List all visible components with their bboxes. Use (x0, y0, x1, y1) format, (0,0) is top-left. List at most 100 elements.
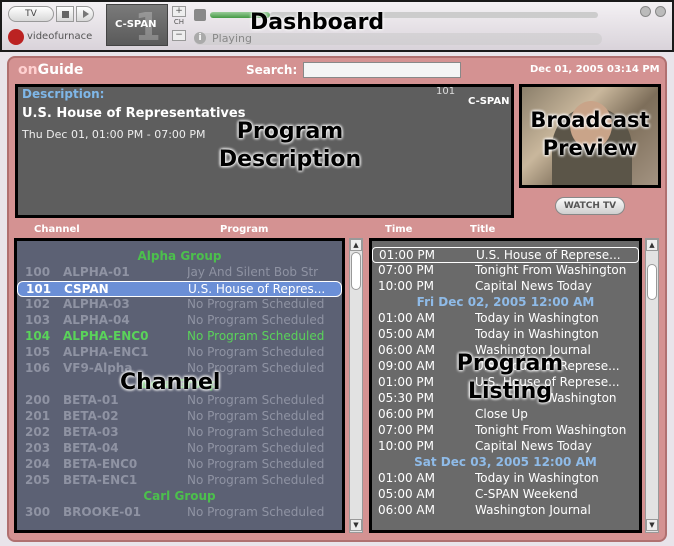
program-row[interactable]: 10:00 PM Capital News Today (372, 439, 639, 455)
current-channel-logo: 1 C-SPAN (106, 4, 168, 49)
playback-status: Playing (212, 32, 252, 45)
channel-name: ALPHA-ENC0 (63, 329, 149, 343)
channel-number: 203 (25, 441, 51, 455)
program-scroll-up-icon[interactable]: ▲ (646, 239, 658, 251)
channel-program: Jay And Silent Bob Str (187, 265, 319, 279)
program-title: Capital News Today (475, 439, 592, 453)
group-header-alpha: Alpha Group (137, 249, 222, 263)
tv-button[interactable]: TV (8, 6, 54, 22)
search-label: Search: (246, 63, 298, 77)
channel-program: No Program Scheduled (187, 393, 325, 407)
speaker-icon[interactable] (194, 9, 206, 21)
program-row[interactable]: 06:00 AM Washington Journal (372, 503, 639, 519)
channel-row[interactable]: 103 ALPHA-04 No Program Scheduled (17, 313, 342, 329)
channel-row[interactable]: 105 ALPHA-ENC1 No Program Scheduled (17, 345, 342, 361)
program-row[interactable]: 05:00 AM Today in Washington (372, 327, 639, 343)
program-listing-overlay-label: Program Listing (456, 351, 564, 404)
info-icon[interactable]: i (194, 32, 206, 44)
channel-number: 102 (25, 297, 51, 311)
program-time: 10:00 PM (378, 279, 434, 293)
channel-program: No Program Scheduled (187, 425, 325, 439)
program-row[interactable]: 10:00 PM Capital News Today (372, 279, 639, 295)
program-time: 06:00 PM (378, 407, 434, 421)
play-button[interactable] (76, 6, 94, 22)
channel-number: 104 (25, 329, 51, 343)
column-header-title[interactable]: Title (470, 224, 495, 235)
channel-row[interactable]: 104 ALPHA-ENC0 No Program Scheduled (17, 329, 342, 345)
program-title: Today in Washington (475, 471, 599, 485)
program-time: 01:00 AM (378, 471, 435, 485)
channel-name: BETA-04 (63, 441, 119, 455)
program-row-selected[interactable]: 01:00 PM U.S. House of Represe... (372, 247, 639, 263)
channel-row[interactable]: 200 BETA-01 No Program Scheduled (17, 393, 342, 409)
channel-number: 200 (25, 393, 51, 407)
channel-number: 106 (25, 361, 51, 375)
program-row[interactable]: 06:00 PM Close Up (372, 407, 639, 423)
channel-name: BETA-ENC0 (63, 457, 138, 471)
channel-number: 201 (25, 409, 51, 423)
program-row[interactable]: 01:00 AM Today in Washington (372, 311, 639, 327)
channel-row-selected[interactable]: 101 CSPAN U.S. House of Repres... (17, 281, 342, 297)
channel-program: No Program Scheduled (187, 505, 325, 519)
channel-program: No Program Scheduled (187, 329, 325, 343)
channel-number: 205 (25, 473, 51, 487)
program-time: 01:00 PM (379, 248, 435, 262)
minimize-icon[interactable] (640, 6, 651, 17)
channel-row[interactable]: 300 BROOKE-01 No Program Scheduled (17, 505, 342, 521)
program-title: Capital News Today (475, 279, 592, 293)
channel-scroll-thumb[interactable] (351, 252, 361, 290)
broadcast-preview-overlay-label: Broadcast Preview (530, 108, 650, 160)
close-icon[interactable] (655, 6, 666, 17)
description-label: Description: (22, 87, 105, 101)
channel-number: 101 (26, 282, 52, 296)
program-scroll-thumb[interactable] (647, 264, 657, 300)
program-description-overlay-label: Program Description (218, 119, 362, 172)
videofurnace-swirl-icon (8, 29, 24, 45)
channel-row[interactable]: 102 ALPHA-03 No Program Scheduled (17, 297, 342, 313)
program-row[interactable]: 05:00 AM C-SPAN Weekend (372, 487, 639, 503)
brand-guide: Guide (37, 62, 84, 78)
channel-name: BROOKE-01 (63, 505, 141, 519)
channel-row[interactable]: 204 BETA-ENC0 No Program Scheduled (17, 457, 342, 473)
column-header-program[interactable]: Program (220, 224, 268, 235)
channel-row[interactable]: 202 BETA-03 No Program Scheduled (17, 425, 342, 441)
program-title: Close Up (475, 407, 528, 421)
channel-number: 105 (25, 345, 51, 359)
channel-program: No Program Scheduled (187, 409, 325, 423)
program-time: 01:00 AM (378, 311, 435, 325)
channel-number: 202 (25, 425, 51, 439)
channel-name: ALPHA-ENC1 (63, 345, 149, 359)
channel-scroll-down-icon[interactable]: ▼ (350, 519, 362, 531)
program-time: 05:00 AM (378, 487, 435, 501)
channel-down-button[interactable]: − (172, 30, 186, 41)
channel-number: 100 (25, 265, 51, 279)
videofurnace-logo: videofurnace (8, 29, 108, 45)
watch-tv-button[interactable]: WATCH TV (555, 197, 625, 215)
program-title: Tonight From Washington (475, 263, 627, 277)
program-time: 07:00 PM (378, 263, 434, 277)
channel-name: BETA-03 (63, 425, 119, 439)
channel-row[interactable]: 203 BETA-04 No Program Scheduled (17, 441, 342, 457)
program-row[interactable]: 07:00 PM Tonight From Washington (372, 423, 639, 439)
program-time: 07:00 PM (378, 423, 434, 437)
current-datetime: Dec 01, 2005 03:14 PM (530, 64, 660, 75)
channel-row[interactable]: 205 BETA-ENC1 No Program Scheduled (17, 473, 342, 489)
channel-name: BETA-01 (63, 393, 119, 407)
channel-row[interactable]: 100 ALPHA-01 Jay And Silent Bob Str (17, 265, 342, 281)
column-header-channel[interactable]: Channel (34, 224, 80, 235)
channel-up-button[interactable]: + (172, 6, 186, 17)
program-time: 10:00 PM (378, 439, 434, 453)
stop-button[interactable] (56, 6, 74, 22)
channel-name: ALPHA-04 (63, 313, 130, 327)
channel-name: ALPHA-03 (63, 297, 130, 311)
group-header-carl: Carl Group (143, 489, 216, 503)
search-input[interactable] (303, 62, 461, 78)
program-row[interactable]: 01:00 AM Today in Washington (372, 471, 639, 487)
channel-scroll-up-icon[interactable]: ▲ (350, 239, 362, 251)
program-scroll-down-icon[interactable]: ▼ (646, 519, 658, 531)
program-row[interactable]: 07:00 PM Tonight From Washington (372, 263, 639, 279)
program-title: Today in Washington (475, 311, 599, 325)
channel-row[interactable]: 201 BETA-02 No Program Scheduled (17, 409, 342, 425)
channel-number: 103 (25, 313, 51, 327)
column-header-time[interactable]: Time (385, 224, 412, 235)
